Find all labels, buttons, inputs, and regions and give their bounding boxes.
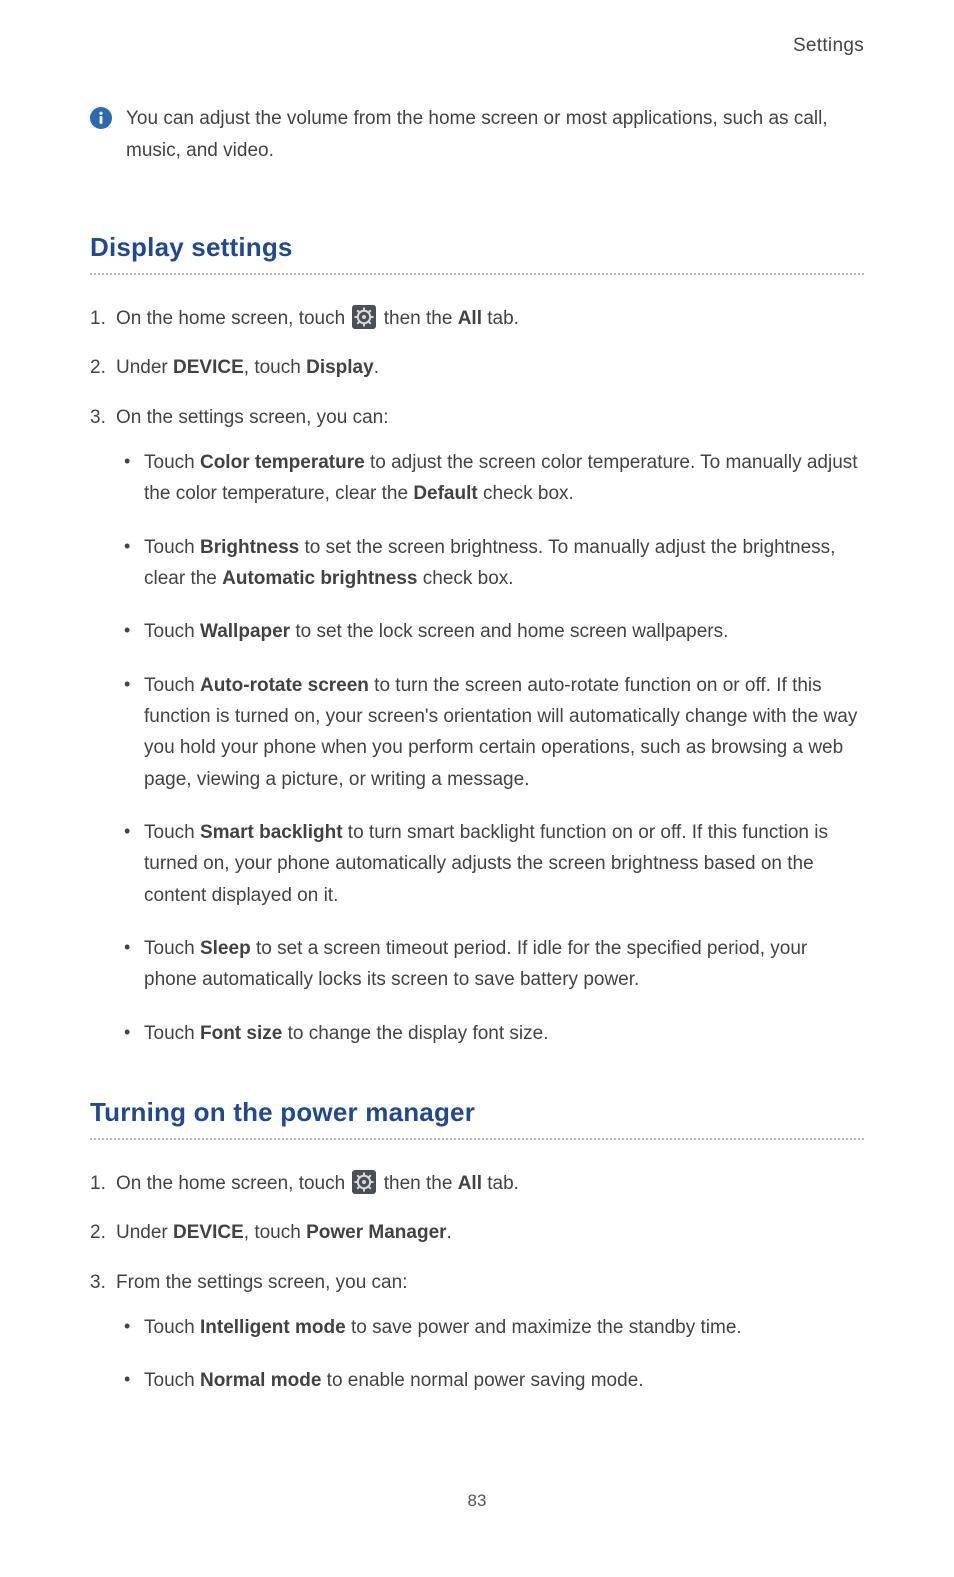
bullet-text: to set the lock screen and home screen w… (290, 621, 728, 642)
bold-text: Sleep (200, 938, 251, 959)
bullet-text: Touch (144, 537, 200, 558)
list-item: Touch Smart backlight to turn smart back… (116, 817, 864, 911)
step-item: From the settings screen, you can: Touch… (90, 1267, 864, 1397)
bullet-text: Touch (144, 452, 200, 473)
step-text: Under (116, 1222, 173, 1243)
step-text: On the settings screen, you can: (116, 407, 389, 428)
step-text: From the settings screen, you can: (116, 1272, 407, 1293)
settings-gear-icon (352, 305, 376, 329)
step-text: . (447, 1222, 452, 1243)
step-text: On the home screen, touch (116, 1173, 350, 1194)
step-text: . (374, 357, 379, 378)
bold-text: Wallpaper (200, 621, 290, 642)
display-bullets: Touch Color temperature to adjust the sc… (116, 447, 864, 1049)
bullet-text: Touch (144, 621, 200, 642)
bold-text: All (458, 308, 482, 329)
bold-text: Default (413, 483, 477, 504)
divider (90, 273, 864, 275)
bullet-text: Touch (144, 938, 200, 959)
bold-text: DEVICE (173, 1222, 244, 1243)
section-heading-display: Display settings (90, 226, 864, 269)
list-item: Touch Normal mode to enable normal power… (116, 1365, 864, 1396)
info-callout: You can adjust the volume from the home … (90, 103, 864, 166)
step-text: , touch (244, 357, 306, 378)
bold-text: Automatic brightness (222, 568, 417, 589)
list-item: Touch Color temperature to adjust the sc… (116, 447, 864, 510)
page-number: 83 (90, 1487, 864, 1515)
step-text: tab. (482, 1173, 519, 1194)
bold-text: Brightness (200, 537, 299, 558)
step-text: then the (384, 308, 458, 329)
bold-text: Color temperature (200, 452, 365, 473)
step-text: then the (384, 1173, 458, 1194)
bullet-text: Touch (144, 1370, 200, 1391)
power-steps: On the home screen, touch then the All t… (90, 1168, 864, 1397)
bold-text: All (458, 1173, 482, 1194)
step-text: On the home screen, touch (116, 308, 350, 329)
bold-text: Normal mode (200, 1370, 321, 1391)
step-text: tab. (482, 308, 519, 329)
bullet-text: to enable normal power saving mode. (321, 1370, 643, 1391)
bullet-text: Touch (144, 1023, 200, 1044)
bold-text: Smart backlight (200, 822, 343, 843)
list-item: Touch Intelligent mode to save power and… (116, 1312, 864, 1343)
bullet-text: Touch (144, 675, 200, 696)
bullet-text: check box. (417, 568, 513, 589)
step-item: On the settings screen, you can: Touch C… (90, 402, 864, 1050)
settings-gear-icon (352, 1170, 376, 1194)
bullet-text: Touch (144, 1317, 200, 1338)
display-steps: On the home screen, touch then the All t… (90, 303, 864, 1049)
list-item: Touch Brightness to set the screen brigh… (116, 532, 864, 595)
section-heading-power: Turning on the power manager (90, 1091, 864, 1134)
bold-text: DEVICE (173, 357, 244, 378)
bold-text: Power Manager (306, 1222, 446, 1243)
bold-text: Font size (200, 1023, 282, 1044)
step-item: On the home screen, touch then the All t… (90, 303, 864, 334)
step-text: , touch (244, 1222, 306, 1243)
list-item: Touch Font size to change the display fo… (116, 1018, 864, 1049)
step-item: Under DEVICE, touch Display. (90, 352, 864, 383)
divider (90, 1138, 864, 1140)
bold-text: Display (306, 357, 374, 378)
step-item: Under DEVICE, touch Power Manager. (90, 1217, 864, 1248)
info-text: You can adjust the volume from the home … (126, 103, 864, 166)
bullet-text: to change the display font size. (282, 1023, 548, 1044)
page-header-label: Settings (90, 30, 864, 61)
power-bullets: Touch Intelligent mode to save power and… (116, 1312, 864, 1397)
bold-text: Intelligent mode (200, 1317, 346, 1338)
bullet-text: to save power and maximize the standby t… (346, 1317, 742, 1338)
step-item: On the home screen, touch then the All t… (90, 1168, 864, 1199)
bullet-text: Touch (144, 822, 200, 843)
bold-text: Auto-rotate screen (200, 675, 369, 696)
info-icon (90, 107, 112, 129)
step-text: Under (116, 357, 173, 378)
list-item: Touch Wallpaper to set the lock screen a… (116, 616, 864, 647)
list-item: Touch Auto-rotate screen to turn the scr… (116, 670, 864, 795)
bullet-text: check box. (478, 483, 574, 504)
list-item: Touch Sleep to set a screen timeout peri… (116, 933, 864, 996)
